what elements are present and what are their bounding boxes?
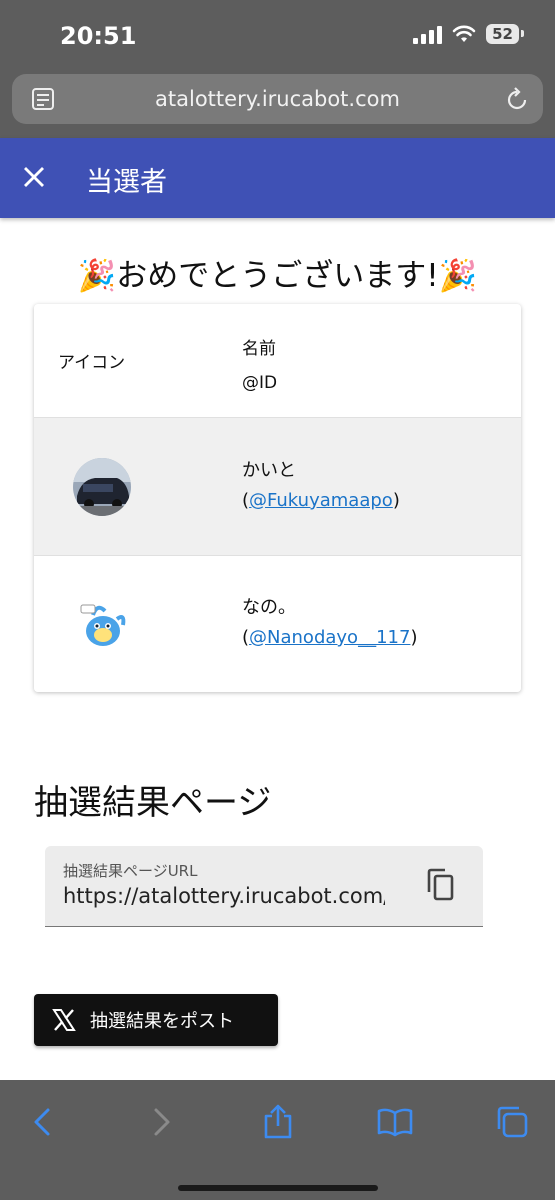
bookmarks-button[interactable] [375,1102,415,1142]
share-icon [264,1104,292,1139]
winner-handle-link[interactable]: @Nanodayo__117 [249,627,410,648]
home-indicator [178,1185,378,1191]
reload-icon[interactable] [505,86,529,112]
column-header-id: @ID [242,373,278,393]
back-icon [34,1108,50,1136]
winner-id: (@Nanodayo__117) [242,623,417,653]
address-bar[interactable]: atalottery.irucabot.com [12,74,543,124]
post-results-button[interactable]: 抽選結果をポスト [34,994,278,1046]
table-row: かいと (@Fukuyamaapo) [34,418,521,556]
app-bar: 当選者 [0,138,555,218]
forward-button[interactable] [142,1102,182,1142]
paren-close: ) [410,627,418,648]
table-header: アイコン 名前 @ID [34,304,521,418]
winner-name: なの。 [242,597,296,618]
winner-id: (@Fukuyamaapo) [242,486,400,516]
winner-handle-link[interactable]: @Fukuyamaapo [249,490,393,511]
winner-name: かいと [242,460,296,481]
copy-icon[interactable] [425,868,455,902]
share-button[interactable] [258,1102,298,1142]
results-url-field[interactable]: 抽選結果ページURL https://atalottery.irucabot.c… [45,846,483,927]
tabs-icon [497,1106,528,1138]
status-time: 20:51 [60,22,137,50]
bookmarks-icon [377,1108,413,1137]
results-url-value[interactable]: https://atalottery.irucabot.com/re [63,884,385,908]
browser-toolbar [0,1080,555,1200]
column-header-name: 名前 [242,339,276,359]
signal-icon [413,24,443,44]
battery-indicator: 52 [486,24,524,44]
paren-open: ( [242,490,250,511]
tabs-button[interactable] [492,1102,532,1142]
url-text[interactable]: atalottery.irucabot.com [12,87,543,111]
winner-info: かいと (@Fukuyamaapo) [242,456,400,516]
page-title: 当選者 [86,167,167,198]
status-icons: 52 [413,24,524,44]
column-header-name-id: 名前 @ID [242,332,277,400]
paren-close: ) [392,490,400,511]
close-icon[interactable] [22,165,46,189]
browser-chrome: 20:51 52 atalottery.irucabot.com [0,0,555,138]
table-row: なの。 (@Nanodayo__117) [34,556,521,692]
avatar [73,458,131,516]
wifi-icon [452,25,476,42]
congratulations-heading: 🎉おめでとうございます!🎉 [77,258,478,294]
post-results-label: 抽選結果をポスト [90,1011,234,1032]
winners-table: アイコン 名前 @ID かいと (@Fukuyamaapo) なの。 (@Nan… [34,304,521,692]
forward-icon [154,1108,170,1136]
paren-open: ( [242,627,250,648]
results-page-heading: 抽選結果ページ [34,783,272,823]
results-url-label: 抽選結果ページURL [63,862,198,880]
winner-info: なの。 (@Nanodayo__117) [242,593,417,653]
avatar [73,595,131,653]
back-button[interactable] [22,1102,62,1142]
column-header-icon: アイコン [58,353,126,373]
x-logo-icon [52,1008,76,1032]
